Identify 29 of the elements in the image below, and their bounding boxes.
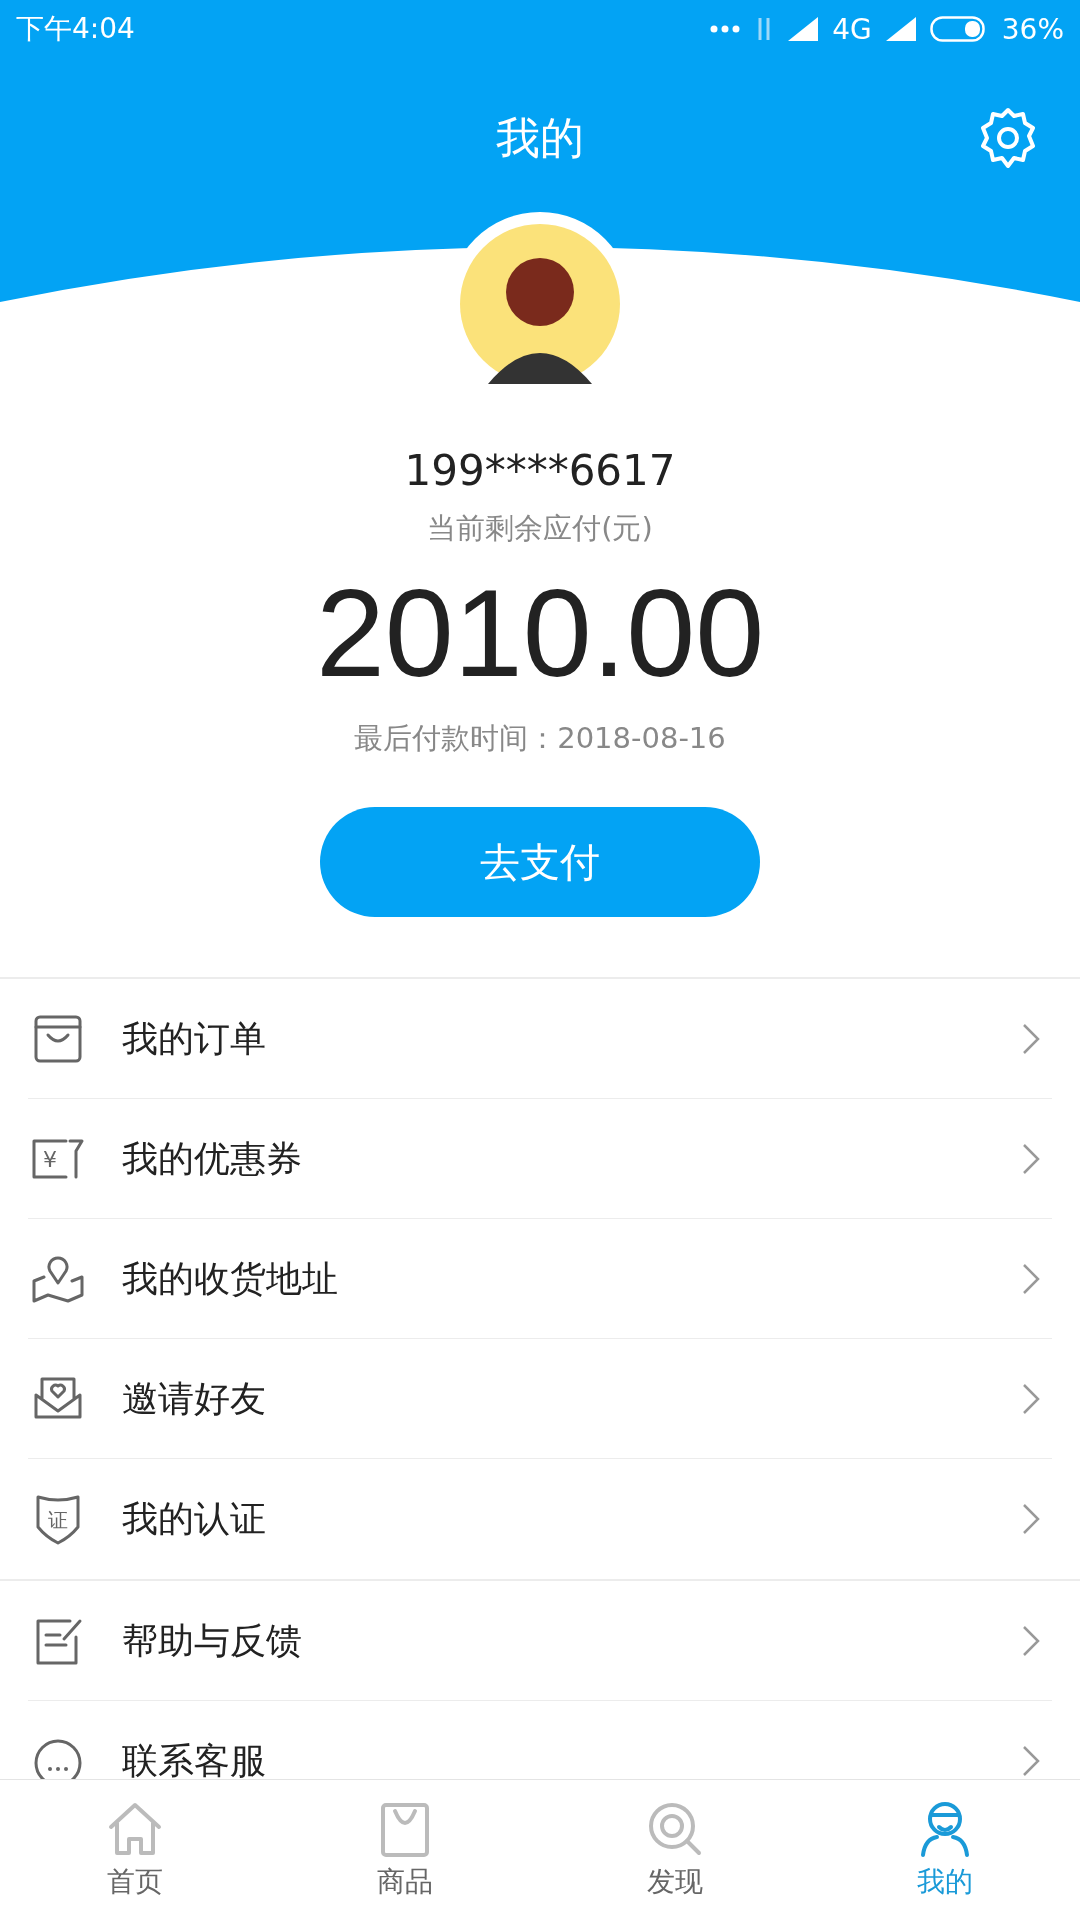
menu-item[interactable]: 我的订单 xyxy=(0,979,1080,1100)
battery-icon xyxy=(929,16,988,42)
chevron-right-icon xyxy=(1022,1503,1040,1536)
menu-item[interactable]: 邀请好友 xyxy=(0,1339,1080,1460)
tab-bar-item[interactable]: 发现 xyxy=(540,1780,810,1920)
signal-icon xyxy=(788,17,819,41)
more-dots-icon xyxy=(710,25,741,33)
menu-item[interactable]: 帮助与反馈 xyxy=(0,1581,1080,1702)
menu-item[interactable]: 证 我的认证 xyxy=(0,1459,1080,1580)
chevron-right-icon xyxy=(1022,1383,1040,1416)
chevron-right-icon xyxy=(1022,1023,1040,1056)
network-type: 4G xyxy=(832,12,872,46)
menu-item[interactable]: 联系客服 xyxy=(0,1701,1080,1779)
menu-item[interactable]: 我的收货地址 xyxy=(0,1219,1080,1340)
due-date: 最后付款时间：2018-08-16 xyxy=(354,720,726,758)
battery-percent: 36% xyxy=(1001,12,1064,46)
chevron-right-icon xyxy=(1022,1625,1040,1658)
tab-bar-item[interactable]: 首页 xyxy=(0,1780,270,1920)
chevron-right-icon xyxy=(1022,1745,1040,1778)
balance-amount: 2010.00 xyxy=(315,565,765,702)
signal-icon xyxy=(885,17,916,41)
page-title: 我的 xyxy=(496,110,584,165)
chevron-right-icon xyxy=(1022,1143,1040,1176)
status-time: 下午4:04 xyxy=(16,11,135,47)
balance-label: 当前剩余应付(元) xyxy=(427,510,653,547)
phone-number: 199****6617 xyxy=(404,446,676,495)
tab-bar-item[interactable]: 商品 xyxy=(270,1780,540,1920)
menu-item[interactable]: ¥ 我的优惠券 xyxy=(0,1099,1080,1220)
chevron-right-icon xyxy=(1022,1263,1040,1296)
